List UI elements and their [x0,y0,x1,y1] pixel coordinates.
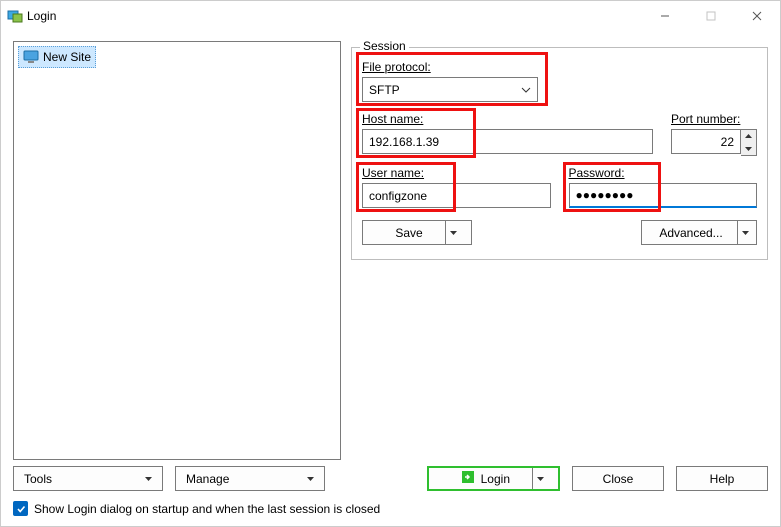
monitor-icon [23,49,39,65]
port-spin-up[interactable] [741,130,756,143]
manage-button-label: Manage [186,472,229,486]
maximize-button[interactable] [688,1,734,31]
password-label: Password: [569,166,758,180]
port-number-label: Port number: [671,112,757,126]
host-name-input[interactable] [362,129,653,154]
port-spin-down[interactable] [741,143,756,156]
file-protocol-value: SFTP [369,83,400,97]
site-tree-item-label: New Site [43,50,91,64]
caret-down-icon [145,477,152,481]
show-on-startup-checkbox[interactable] [13,501,28,516]
file-protocol-select[interactable]: SFTP [362,77,538,102]
tools-button-label: Tools [24,472,52,486]
app-icon [7,8,23,24]
login-button-label: Login [481,472,510,486]
session-group: Session File protocol: SFTP Host name: [351,47,768,260]
manage-button[interactable]: Manage [175,466,325,491]
login-button-dropdown[interactable] [532,468,548,489]
chevron-down-icon [521,85,531,95]
advanced-button[interactable]: Advanced... [641,220,757,245]
help-button-label: Help [710,472,735,486]
login-button[interactable]: Login [427,466,560,491]
titlebar: Login [1,1,780,31]
site-tree[interactable]: New Site [13,41,341,460]
window-title: Login [27,9,56,23]
login-window: Login New Site Session File protocol: [0,0,781,527]
check-icon [16,504,26,514]
port-number-field[interactable] [671,129,741,154]
user-name-input[interactable] [362,183,551,208]
close-button[interactable]: Close [572,466,664,491]
advanced-button-label: Advanced... [645,226,736,240]
session-legend: Session [360,39,409,53]
user-name-label: User name: [362,166,551,180]
close-window-button[interactable] [734,1,780,31]
save-button-label: Save [373,226,444,240]
show-on-startup-label: Show Login dialog on startup and when th… [34,502,380,516]
file-protocol-label: File protocol: [362,60,548,74]
caret-down-icon [307,477,314,481]
close-button-label: Close [603,472,634,486]
save-button-dropdown[interactable] [445,221,461,244]
port-number-input[interactable] [671,129,757,156]
help-button[interactable]: Help [676,466,768,491]
minimize-button[interactable] [642,1,688,31]
password-input[interactable] [569,183,758,208]
tools-button[interactable]: Tools [13,466,163,491]
login-icon [461,470,475,487]
save-button[interactable]: Save [362,220,472,245]
host-name-label: Host name: [362,112,653,126]
advanced-button-dropdown[interactable] [737,221,753,244]
site-tree-new-site[interactable]: New Site [18,46,96,68]
